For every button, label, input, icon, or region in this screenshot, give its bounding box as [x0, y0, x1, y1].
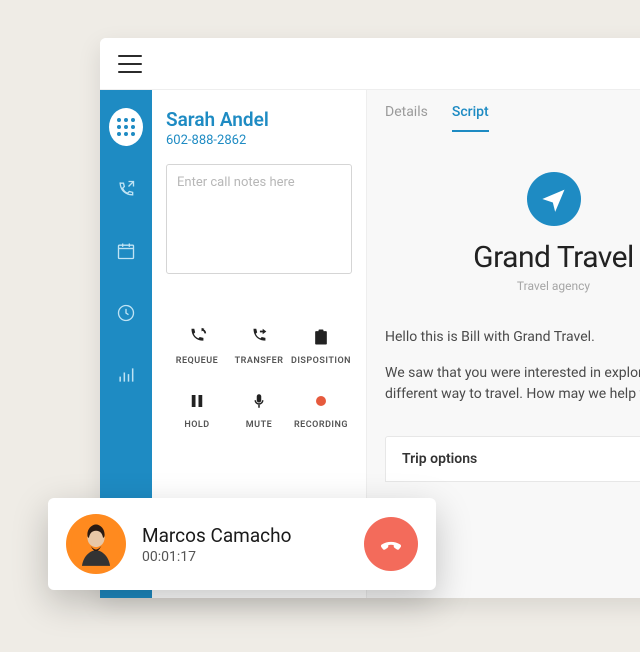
calendar-button[interactable] [109, 234, 143, 268]
clock-icon [116, 303, 136, 323]
hangup-button[interactable] [364, 517, 418, 571]
call-actions: REQUEUE TRANSFER DISPOSITION [166, 324, 352, 430]
brand-subtitle: Travel agency [367, 279, 640, 293]
tab-details[interactable]: Details [385, 104, 428, 132]
requeue-icon [184, 324, 210, 350]
dialpad-icon [109, 108, 143, 146]
recording-button[interactable]: RECORDING [290, 388, 352, 430]
active-call-name: Marcos Camacho [142, 524, 348, 547]
requeue-button[interactable]: REQUEUE [166, 324, 228, 366]
script-line: We saw that you were interested in explo… [385, 363, 640, 385]
disposition-button[interactable]: DISPOSITION [290, 324, 352, 366]
avatar [66, 514, 126, 574]
menu-icon[interactable] [118, 55, 142, 73]
caller-phone: 602-888-2862 [166, 133, 352, 148]
active-call-duration: 00:01:17 [142, 549, 348, 565]
hold-button[interactable]: HOLD [166, 388, 228, 430]
script-line: Hello this is Bill with Grand Travel. [385, 327, 640, 349]
call-notes-input[interactable] [166, 164, 352, 274]
call-back-button[interactable] [109, 172, 143, 206]
hold-label: HOLD [184, 420, 209, 430]
requeue-label: REQUEUE [176, 356, 218, 366]
mute-label: MUTE [246, 420, 272, 430]
brand-logo [527, 172, 581, 226]
transfer-icon [246, 324, 272, 350]
brand-name: Grand Travel [367, 240, 640, 275]
hangup-icon [378, 531, 404, 557]
tabs: Details Script [367, 90, 640, 132]
top-bar [100, 38, 640, 90]
recording-label: RECORDING [294, 420, 348, 430]
mic-icon [246, 388, 272, 414]
stats-button[interactable] [109, 358, 143, 392]
disposition-label: DISPOSITION [291, 356, 351, 366]
mute-button[interactable]: MUTE [228, 388, 290, 430]
record-icon [308, 388, 334, 414]
trip-options-card[interactable]: Trip options [385, 436, 640, 482]
brand-block: Grand Travel Travel agency [367, 172, 640, 293]
plane-icon [540, 185, 568, 213]
calendar-icon [116, 241, 136, 261]
script-line: different way to travel. How may we help… [385, 384, 640, 406]
transfer-label: TRANSFER [235, 356, 284, 366]
clipboard-icon [308, 324, 334, 350]
tab-script[interactable]: Script [452, 104, 489, 132]
bars-icon [116, 365, 136, 385]
pause-icon [184, 388, 210, 414]
avatar-placeholder-icon [71, 519, 121, 569]
active-call-chip: Marcos Camacho 00:01:17 [48, 498, 436, 590]
transfer-button[interactable]: TRANSFER [228, 324, 290, 366]
dialpad-button[interactable] [109, 110, 143, 144]
call-chip-text: Marcos Camacho 00:01:17 [142, 524, 348, 565]
phone-arrow-icon [116, 179, 136, 199]
trip-options-label: Trip options [402, 451, 477, 467]
caller-name: Sarah Andel [166, 108, 352, 131]
history-button[interactable] [109, 296, 143, 330]
script-text: Hello this is Bill with Grand Travel. We… [367, 293, 640, 420]
